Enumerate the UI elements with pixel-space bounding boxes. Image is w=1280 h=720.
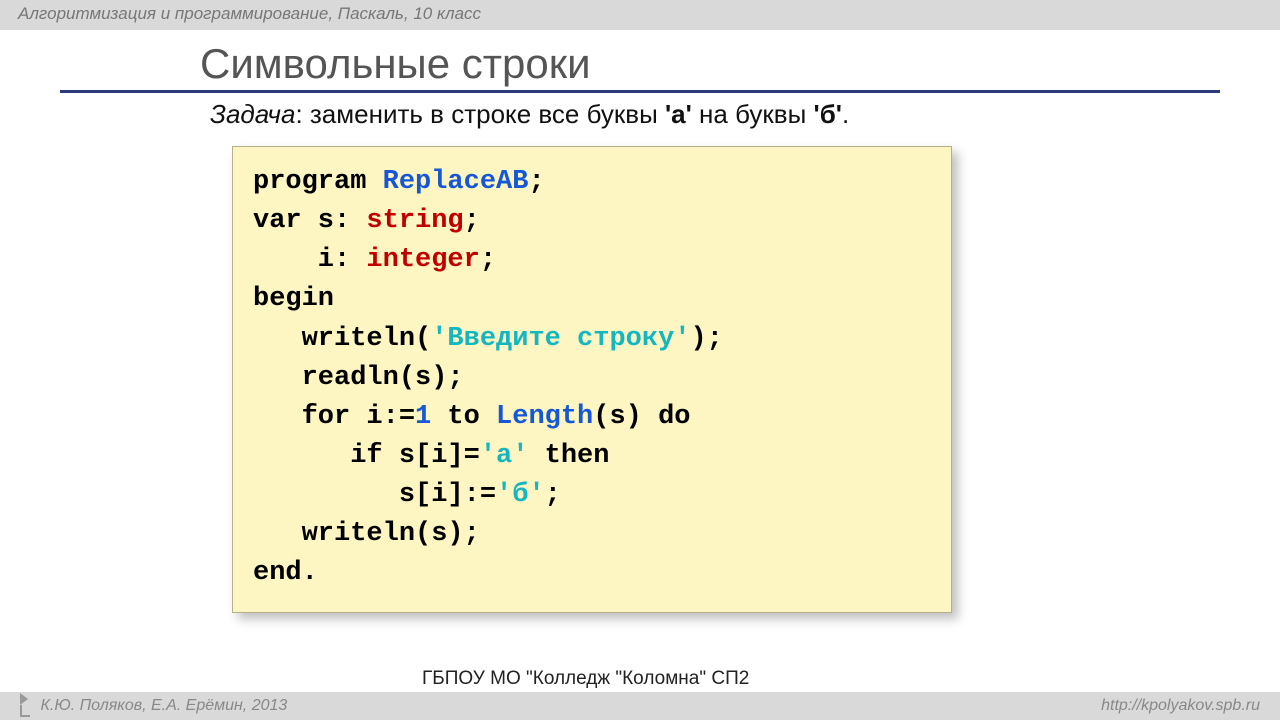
- code-text: writeln(s);: [253, 519, 480, 549]
- code-text: then: [528, 441, 609, 471]
- task-bold-a: 'а': [665, 99, 692, 129]
- task-line: Задача: заменить в строке все буквы 'а' …: [210, 99, 1280, 130]
- code-kw: begin: [253, 284, 334, 314]
- code-text: writeln(: [253, 324, 431, 354]
- code-text: readln(s);: [253, 363, 464, 393]
- footer-url: http://kpolyakov.spb.ru: [1101, 697, 1260, 715]
- title-underline: [60, 90, 1220, 93]
- code-text: i:: [253, 245, 366, 275]
- footer-bar: К.Ю. Поляков, Е.А. Ерёмин, 2013 http://k…: [0, 692, 1280, 720]
- college-line1: ГБПОУ МО "Колледж "Коломна" СП2: [422, 668, 749, 691]
- code-punct: ;: [480, 245, 496, 275]
- return-arrow-icon: [20, 693, 28, 705]
- code-kw: end.: [253, 558, 318, 588]
- code-punct: ;: [545, 480, 561, 510]
- code-type: string: [366, 206, 463, 236]
- course-header: Алгоритмизация и программирование, Паска…: [0, 0, 1280, 30]
- task-bold-b: 'б': [814, 99, 842, 129]
- code-punct: );: [690, 324, 722, 354]
- code-number: 1: [415, 402, 431, 432]
- code-punct: ;: [528, 167, 544, 197]
- code-text: to: [431, 402, 496, 432]
- code-func: Length: [496, 402, 593, 432]
- task-tail: .: [842, 99, 849, 129]
- code-block: program ReplaceAB; var s: string; i: int…: [232, 146, 952, 613]
- code-progname: ReplaceAB: [383, 167, 529, 197]
- slide-content: Символьные строки Задача: заменить в стр…: [0, 30, 1280, 613]
- code-text: (s) do: [593, 402, 690, 432]
- code-string: 'а': [480, 441, 529, 471]
- code-text: var s:: [253, 206, 366, 236]
- code-punct: ;: [464, 206, 480, 236]
- footer-left: К.Ю. Поляков, Е.А. Ерёмин, 2013: [20, 697, 287, 715]
- task-text-2: на буквы: [692, 99, 814, 129]
- code-string: 'б': [496, 480, 545, 510]
- code-text: program ReplaceAB; var s: string; i: int…: [253, 163, 931, 594]
- code-text: for i:=: [253, 402, 415, 432]
- code-text: s[i]:=: [253, 480, 496, 510]
- code-kw: program: [253, 167, 383, 197]
- course-line: Алгоритмизация и программирование, Паска…: [18, 4, 481, 23]
- footer-authors: К.Ю. Поляков, Е.А. Ерёмин, 2013: [40, 697, 287, 714]
- page-title: Символьные строки: [200, 40, 1280, 88]
- task-label: Задача: [210, 99, 295, 129]
- code-type: integer: [366, 245, 479, 275]
- code-text: if s[i]=: [253, 441, 480, 471]
- task-text-1: : заменить в строке все буквы: [295, 99, 665, 129]
- code-string: 'Введите строку': [431, 324, 690, 354]
